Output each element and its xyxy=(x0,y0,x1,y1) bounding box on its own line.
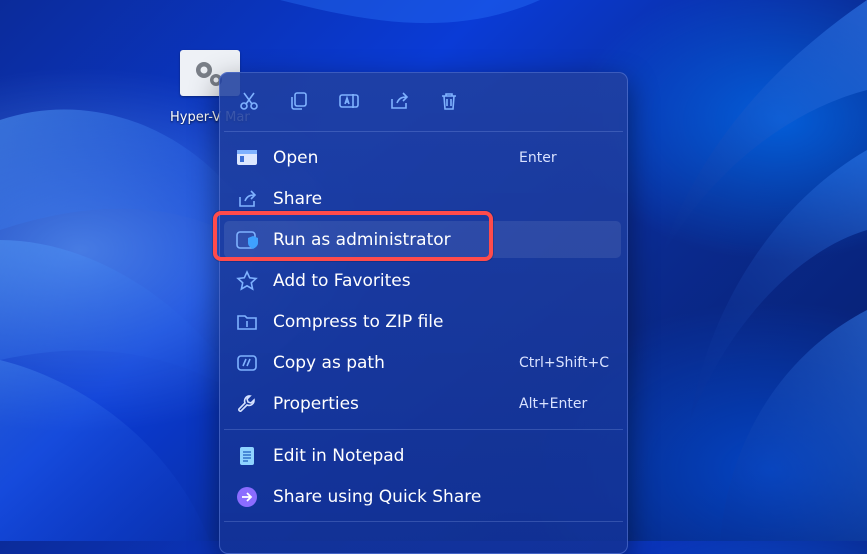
path-icon xyxy=(236,352,258,374)
menu-item-open[interactable]: Open Enter xyxy=(224,139,621,176)
context-menu: Open Enter Share Run as administrator Ad… xyxy=(219,72,628,554)
menu-item-properties[interactable]: Properties Alt+Enter xyxy=(224,385,621,422)
notepad-icon xyxy=(236,445,258,467)
share-quick-button[interactable] xyxy=(385,89,413,117)
quickbar-separator xyxy=(224,131,623,132)
context-menu-quick-actions xyxy=(220,73,627,131)
menu-item-compress-zip[interactable]: Compress to ZIP file xyxy=(224,303,621,340)
quick-share-icon xyxy=(236,486,258,508)
delete-button[interactable] xyxy=(435,89,463,117)
trash-icon xyxy=(438,90,460,116)
share-icon xyxy=(388,90,410,116)
menu-item-edit-in-notepad[interactable]: Edit in Notepad xyxy=(224,437,621,474)
wrench-icon xyxy=(236,393,258,415)
share-icon xyxy=(236,188,258,210)
zip-folder-icon xyxy=(236,311,258,333)
cut-button[interactable] xyxy=(235,89,263,117)
menu-item-add-to-favorites[interactable]: Add to Favorites xyxy=(224,262,621,299)
star-icon xyxy=(236,270,258,292)
copy-button[interactable] xyxy=(285,89,313,117)
highlight-box xyxy=(213,211,493,261)
copy-icon xyxy=(288,90,310,116)
rename-button[interactable] xyxy=(335,89,363,117)
menu-separator-bottom xyxy=(224,521,623,522)
menu-item-quick-share[interactable]: Share using Quick Share xyxy=(224,478,621,515)
scissors-icon xyxy=(238,90,260,116)
menu-item-copy-as-path[interactable]: Copy as path Ctrl+Shift+C xyxy=(224,344,621,381)
open-window-icon xyxy=(236,147,258,169)
rename-icon xyxy=(338,90,360,116)
menu-separator xyxy=(224,429,623,430)
